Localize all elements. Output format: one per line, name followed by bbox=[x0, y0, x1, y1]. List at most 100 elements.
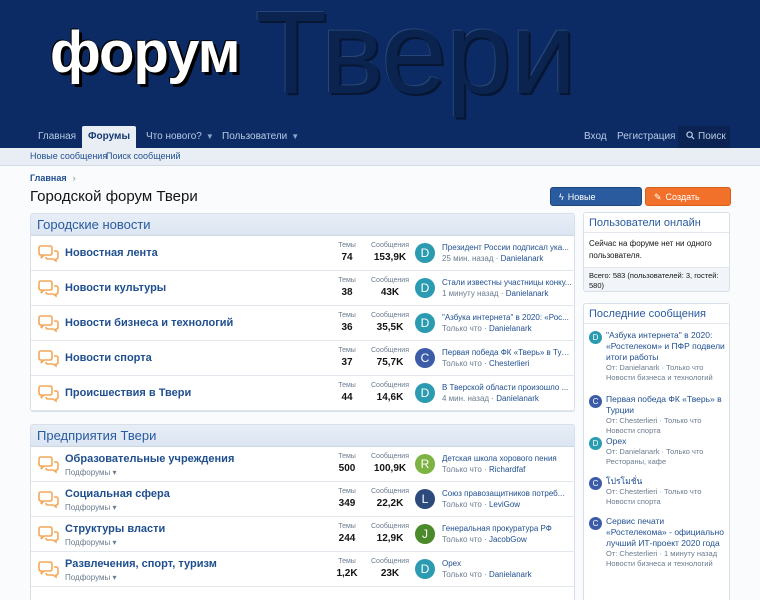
avatar[interactable]: D bbox=[415, 243, 435, 263]
avatar[interactable]: D bbox=[415, 313, 435, 333]
last-post-user[interactable]: Danielanark bbox=[489, 324, 532, 333]
forum-title[interactable]: Структуры власти bbox=[65, 523, 165, 535]
last-post-user[interactable]: JacobGow bbox=[489, 535, 527, 544]
forum-node[interactable]: Социальная сфера Подфорумы ▾ Темы 349 Сообще… bbox=[31, 482, 574, 517]
last-post-user[interactable]: LeviGow bbox=[489, 500, 520, 509]
last-post-title[interactable]: Первая победа ФК «Тверь» в Тур... bbox=[442, 348, 572, 357]
recent-post-title[interactable]: โปรโมชั่น bbox=[606, 476, 727, 487]
recent-posts-block: Последние сообщения D "Азбука интернета" … bbox=[583, 303, 730, 600]
subforums-dropdown[interactable]: Подфорумы ▾ bbox=[65, 573, 117, 582]
recent-post-title[interactable]: "Азбука интернета" в 2020: «Ростелеком» … bbox=[606, 330, 727, 363]
last-post-title[interactable]: В Тверской области произошло ... bbox=[442, 383, 572, 392]
avatar[interactable]: C bbox=[589, 477, 602, 490]
new-posts-button[interactable]: ϟНовые сообщения bbox=[550, 187, 642, 221]
recent-post-forum[interactable]: Новости бизнеса и технологий bbox=[606, 373, 727, 383]
last-post-user[interactable]: Chesterlieri bbox=[489, 359, 529, 368]
last-post-meta: 4 мин. назад · Danielanark bbox=[442, 394, 539, 403]
last-post-title[interactable]: Генеральная прокуратура РФ bbox=[442, 524, 572, 533]
forum-node[interactable]: Структуры власти Подфорумы ▾ Темы 244 Сообще… bbox=[31, 517, 574, 552]
last-post-title[interactable]: Президент России подписал ука... bbox=[442, 243, 572, 252]
nav-members-label: Пользователи bbox=[222, 131, 288, 142]
subnav-search-posts[interactable]: Поиск сообщений bbox=[106, 151, 181, 161]
last-post-user[interactable]: Richardfaf bbox=[489, 465, 525, 474]
avatar[interactable]: C bbox=[415, 348, 435, 368]
forum-title[interactable]: Новости бизнеса и технологий bbox=[65, 317, 233, 329]
avatar[interactable]: D bbox=[415, 559, 435, 579]
last-post-time: Только что bbox=[442, 535, 482, 544]
forum-node[interactable]: Новости культуры Темы 38 Сообщения 43K D Стали… bbox=[31, 271, 574, 306]
threads-label: Темы bbox=[338, 277, 356, 284]
messages-stat: Сообщения 35,5K bbox=[364, 311, 416, 333]
subforums-dropdown[interactable]: Подфорумы ▾ bbox=[65, 538, 117, 547]
recent-post-item: C Первая победа ФК «Тверь» в Турции От: Ch… bbox=[589, 394, 727, 436]
subforums-dropdown[interactable]: Подфорумы ▾ bbox=[65, 468, 117, 477]
last-post-user[interactable]: Danielanark bbox=[506, 289, 549, 298]
last-post-title[interactable]: Союз правозащитников потреб... bbox=[442, 489, 572, 498]
nav-home-label: Главная bbox=[38, 131, 77, 142]
recent-post-forum[interactable]: Новости бизнеса и технологий bbox=[606, 559, 727, 569]
recent-post-forum[interactable]: Новости спорта bbox=[606, 497, 727, 507]
forum-node[interactable]: Образовательные учреждения Подфорумы ▾ Тем… bbox=[31, 447, 574, 482]
forum-node[interactable]: Новостная лента Темы 74 Сообщения 153,9K D Пре… bbox=[31, 236, 574, 271]
login-link[interactable]: Вход bbox=[584, 126, 607, 148]
forum-title[interactable]: Развлечения, спорт, туризм bbox=[65, 558, 217, 570]
forum-title[interactable]: Новостная лента bbox=[65, 247, 158, 259]
search-button[interactable]: Поиск bbox=[678, 126, 730, 148]
recent-post-forum[interactable]: Рестораны, кафе bbox=[606, 457, 727, 467]
subforums-dropdown[interactable]: Подфорумы ▾ bbox=[65, 503, 117, 512]
threads-label: Темы bbox=[338, 242, 356, 249]
threads-label: Темы bbox=[338, 523, 356, 530]
online-users-title[interactable]: Пользователи онлайн bbox=[584, 213, 729, 233]
forum-node[interactable]: Развлечения, спорт, туризм Подфорумы ▾ Тем… bbox=[31, 552, 574, 587]
forum-title[interactable]: Новости спорта bbox=[65, 352, 152, 364]
forum-title[interactable]: Новости культуры bbox=[65, 282, 166, 294]
avatar[interactable]: D bbox=[415, 383, 435, 403]
forum-title[interactable]: Происшествия в Твери bbox=[65, 387, 191, 399]
forum-node[interactable]: Новости бизнеса и технологий Темы 36 Сообще… bbox=[31, 306, 574, 341]
last-post-title[interactable]: Стали известны участницы конку... bbox=[442, 278, 572, 287]
last-post-time: Только что bbox=[442, 500, 482, 509]
subnav-new-posts[interactable]: Новые сообщения bbox=[30, 151, 107, 161]
avatar[interactable]: J bbox=[415, 524, 435, 544]
recent-post-title[interactable]: Первая победа ФК «Тверь» в Турции bbox=[606, 394, 727, 416]
avatar[interactable]: D bbox=[589, 437, 602, 450]
category-block-city-news: Городские новости Новостная лента Темы 74 С… bbox=[30, 213, 575, 412]
recent-posts-title[interactable]: Последние сообщения bbox=[584, 304, 729, 324]
nav-members[interactable]: Пользователи ▼ bbox=[216, 126, 305, 148]
search-label: Поиск bbox=[698, 131, 726, 142]
forum-node[interactable]: Происшествия в Твери Темы 44 Сообщения 14,6K… bbox=[31, 376, 574, 411]
logo-text-small[interactable]: форум bbox=[50, 24, 240, 82]
nav-whats-new[interactable]: Что нового? ▼ bbox=[140, 126, 220, 148]
recent-post-forum[interactable]: Новости спорта bbox=[606, 426, 727, 436]
avatar[interactable]: C bbox=[589, 395, 602, 408]
avatar[interactable]: C bbox=[589, 517, 602, 530]
page-body: Главная › Городской форум Твери ϟНовые со… bbox=[0, 166, 760, 600]
register-link[interactable]: Регистрация bbox=[617, 126, 675, 148]
avatar[interactable]: R bbox=[415, 454, 435, 474]
last-post-user[interactable]: Danielanark bbox=[496, 394, 539, 403]
recent-post-title[interactable]: Сервис печати «Ростелекома» - официально… bbox=[606, 516, 727, 549]
last-post-time: Только что bbox=[442, 324, 482, 333]
category-title[interactable]: Предприятия Твери bbox=[31, 425, 574, 447]
create-thread-button[interactable]: ✎Создать тему... bbox=[645, 187, 731, 221]
forum-bubbles-icon bbox=[38, 280, 59, 297]
sub-navbar: Новые сообщения Поиск сообщений bbox=[0, 148, 760, 166]
threads-count: 244 bbox=[338, 533, 356, 544]
avatar[interactable]: D bbox=[415, 278, 435, 298]
nav-forums[interactable]: Форумы bbox=[82, 126, 136, 150]
forum-title[interactable]: Образовательные учреждения bbox=[65, 453, 234, 465]
recent-post-meta: От: Danielanark · Только что bbox=[606, 447, 704, 456]
forum-title[interactable]: Социальная сфера bbox=[65, 488, 170, 500]
category-title[interactable]: Городские новости bbox=[31, 214, 574, 236]
last-post-title[interactable]: "Азбука интернета" в 2020: «Рос... bbox=[442, 313, 572, 322]
avatar[interactable]: L bbox=[415, 489, 435, 509]
nav-home[interactable]: Главная bbox=[32, 126, 82, 148]
recent-post-title[interactable]: Opex bbox=[606, 436, 727, 447]
last-post-title[interactable]: Детская школа хорового пения bbox=[442, 454, 572, 463]
forum-node[interactable]: Новости спорта Темы 37 Сообщения 75,7K C Перва… bbox=[31, 341, 574, 376]
breadcrumb-home[interactable]: Главная bbox=[30, 173, 67, 183]
avatar[interactable]: D bbox=[589, 331, 602, 344]
last-post-user[interactable]: Danielanark bbox=[501, 254, 544, 263]
last-post-title[interactable]: Opex bbox=[442, 559, 572, 568]
last-post-user[interactable]: Danielanark bbox=[489, 570, 532, 579]
